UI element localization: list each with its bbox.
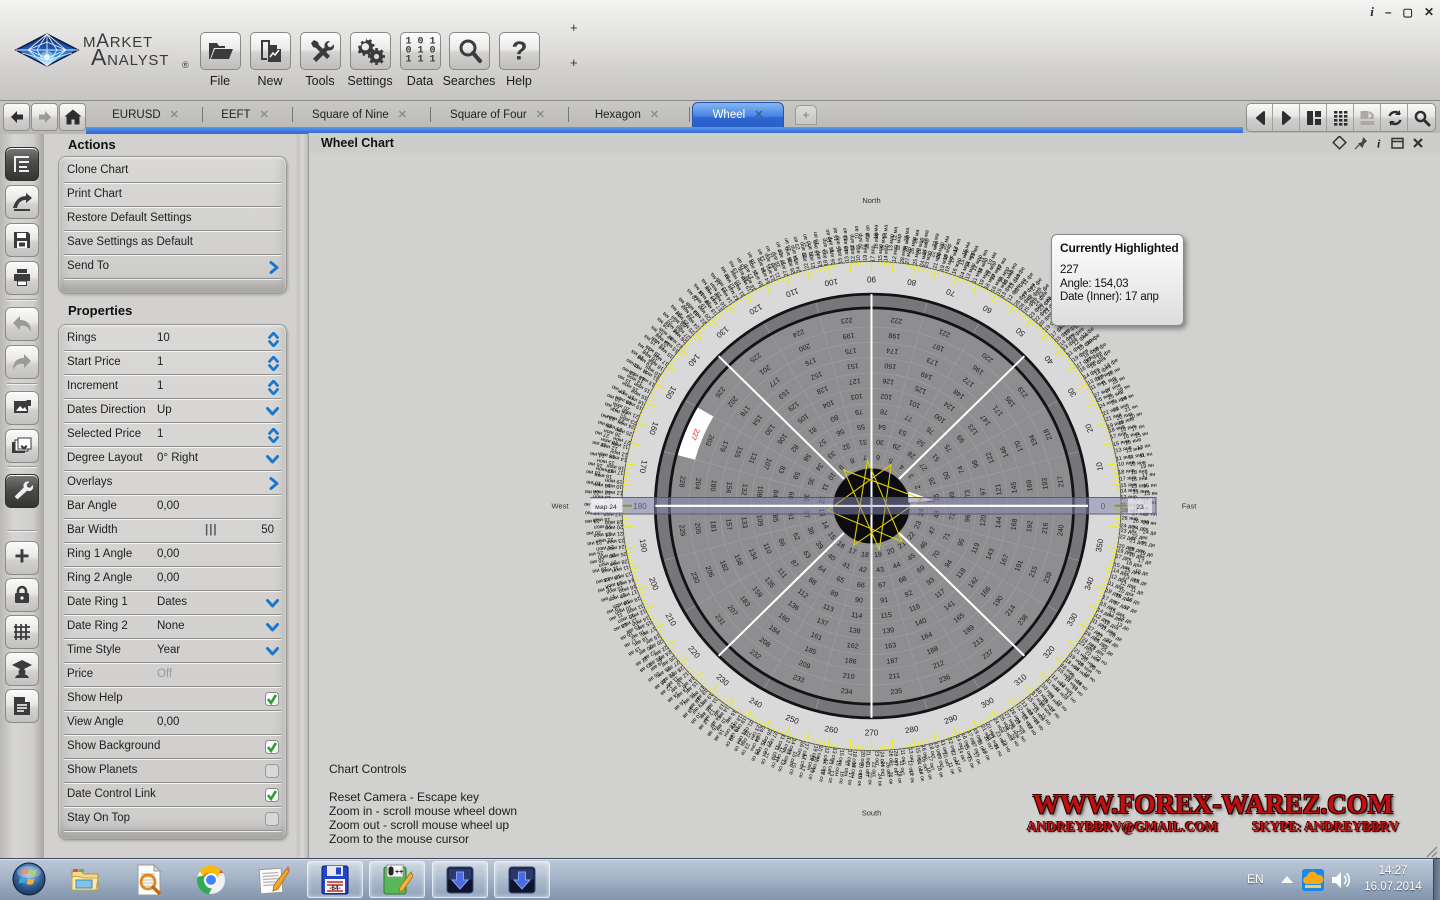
svg-text:мар 24: мар 24	[595, 504, 617, 511]
svg-text:North: North	[862, 196, 880, 205]
svg-text:43: 43	[876, 566, 885, 574]
svg-text:15 де: 15 де	[1134, 568, 1149, 577]
svg-text:19 ян: 19 ян	[1140, 463, 1154, 471]
svg-text:25 ию: 25 ию	[588, 549, 604, 557]
svg-text:73: 73	[964, 489, 972, 498]
svg-text:19 ок: 19 ок	[856, 773, 863, 787]
svg-text:90: 90	[854, 597, 863, 605]
svg-text:18: 18	[861, 551, 870, 559]
svg-text:91: 91	[880, 597, 889, 605]
svg-text:114: 114	[851, 612, 863, 620]
svg-text:South: South	[862, 809, 882, 818]
svg-text:31: 31	[858, 438, 867, 446]
svg-text:54: 54	[878, 422, 887, 430]
svg-text:66: 66	[856, 582, 865, 590]
svg-text:55: 55	[856, 422, 865, 430]
svg-text:96: 96	[964, 514, 972, 523]
svg-text:14 ма: 14 ма	[883, 225, 890, 239]
svg-text:13 ян: 13 ян	[1144, 491, 1158, 497]
svg-text:++: ++	[395, 869, 403, 876]
svg-text:11 ян: 11 ян	[1139, 451, 1153, 459]
svg-text:17 ма: 17 ма	[952, 238, 962, 253]
svg-text:14 ок: 14 ок	[917, 768, 925, 782]
svg-text:18 ап: 18 ап	[865, 225, 871, 238]
svg-text:12 ок: 12 ок	[907, 770, 915, 784]
svg-text:78: 78	[880, 407, 889, 415]
svg-text:20 ию: 20 ию	[586, 529, 601, 536]
svg-text:-64-: -64-	[329, 885, 341, 892]
svg-text:84: 84	[771, 489, 779, 498]
svg-text:17 ян: 17 ян	[1142, 472, 1156, 479]
svg-text:67: 67	[878, 582, 887, 590]
svg-text:24 ок: 24 ок	[876, 773, 882, 787]
svg-text:15 ян: 15 ян	[1143, 483, 1157, 490]
svg-text:16 ап: 16 ап	[825, 229, 833, 243]
svg-text:26 ок: 26 ок	[887, 771, 894, 785]
svg-text:13 ап: 13 ап	[842, 227, 849, 241]
svg-text:270: 270	[865, 729, 879, 738]
svg-text:211: 211	[888, 673, 900, 681]
svg-text:West: West	[552, 502, 570, 511]
svg-text:28 ок: 28 ок	[895, 770, 902, 784]
svg-text:13 ян: 13 ян	[1137, 443, 1152, 452]
svg-text:10 ию: 10 ию	[586, 479, 601, 486]
svg-text:12 се: 12 се	[817, 768, 825, 782]
svg-text:90: 90	[866, 274, 876, 283]
svg-text:12 ию: 12 ию	[585, 488, 600, 495]
svg-text:19: 19	[874, 551, 883, 559]
svg-text:115: 115	[880, 612, 892, 620]
svg-text:19 ап: 19 ап	[813, 231, 822, 245]
svg-text:97: 97	[980, 487, 988, 496]
svg-text:42: 42	[858, 567, 867, 575]
svg-text:12 ма: 12 ма	[892, 227, 899, 242]
svg-text:17 се: 17 се	[846, 772, 853, 786]
svg-text:15 ап: 15 ап	[832, 227, 840, 241]
svg-text:Fast: Fast	[1182, 502, 1198, 511]
svg-text:23: 23	[1136, 504, 1144, 511]
svg-text:26 ян: 26 ян	[1143, 520, 1157, 527]
svg-text:16 ма: 16 ма	[873, 225, 879, 239]
svg-text:30: 30	[876, 438, 885, 446]
svg-text:10 ап: 10 ап	[854, 225, 861, 239]
svg-text:23 ию: 23 ию	[587, 539, 602, 547]
svg-text:79: 79	[854, 407, 863, 415]
svg-text:18 ию: 18 ию	[585, 517, 600, 524]
svg-text:85: 85	[771, 514, 779, 523]
svg-text:21 де: 21 де	[1141, 541, 1156, 549]
svg-text:22 ок: 22 ок	[866, 772, 872, 785]
